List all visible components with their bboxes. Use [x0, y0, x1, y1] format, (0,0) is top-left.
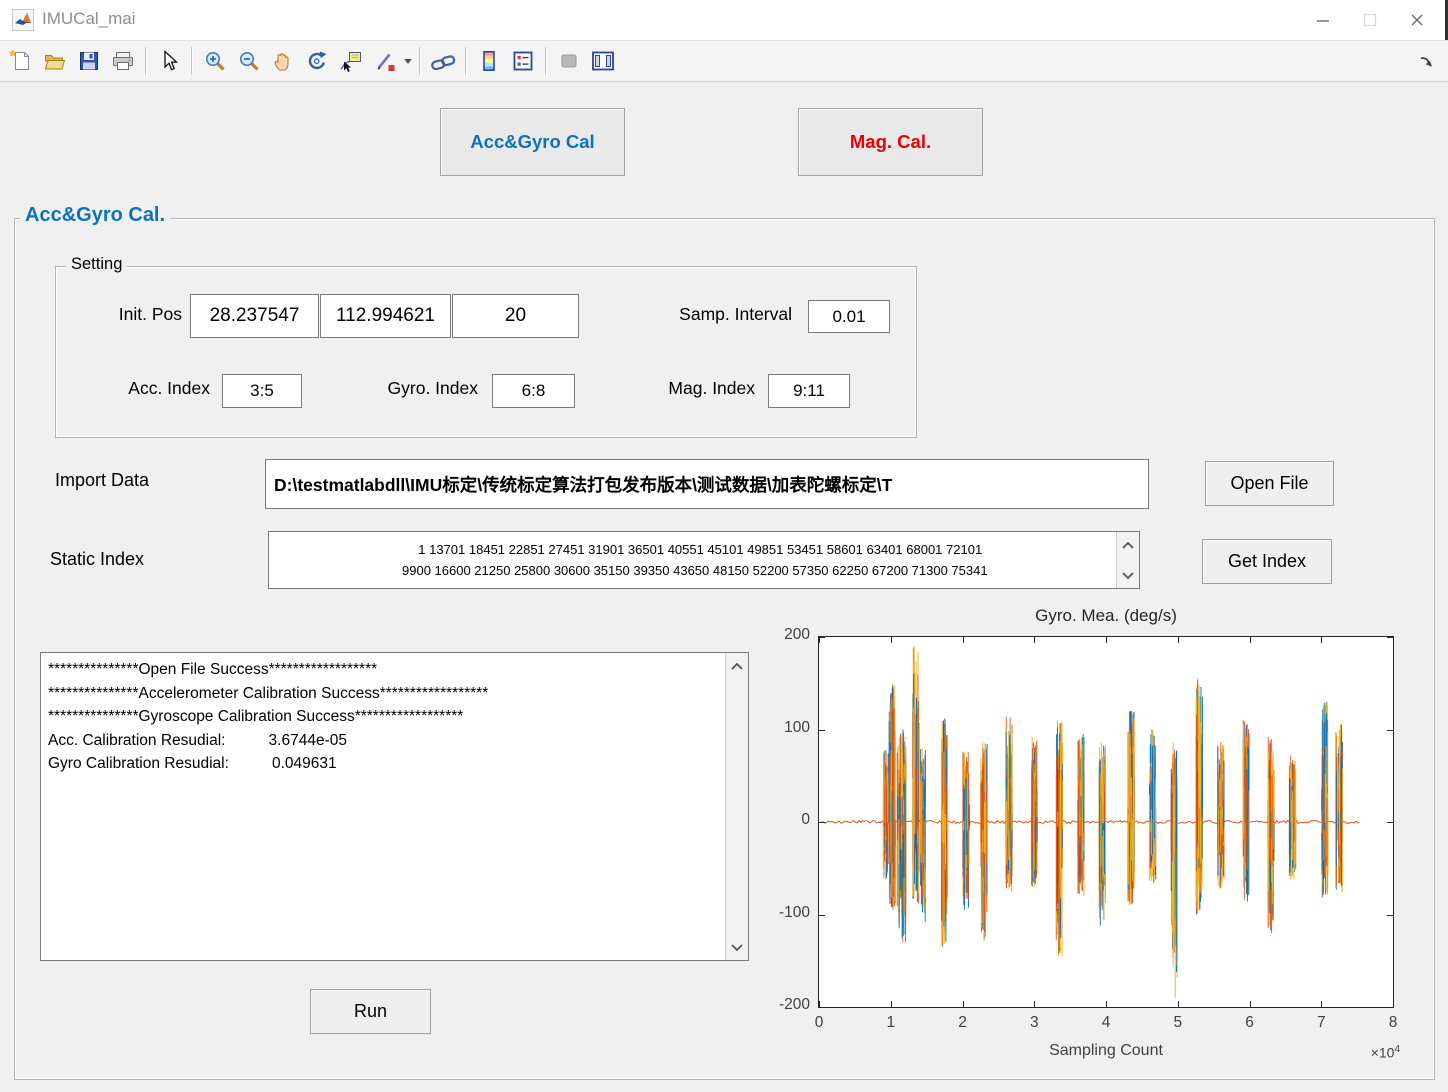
close-button[interactable] [1393, 0, 1440, 40]
insert-colorbar-icon[interactable] [472, 45, 506, 77]
pan-hand-icon[interactable] [266, 45, 300, 77]
zoom-out-icon[interactable] [232, 45, 266, 77]
toolbar [0, 40, 1448, 82]
rotate-3d-icon[interactable] [300, 45, 334, 77]
setting-panel [55, 266, 917, 438]
window-controls [1299, 0, 1440, 40]
open-file-button[interactable]: Open File [1205, 461, 1334, 506]
x-tick-label: 6 [1230, 1014, 1270, 1032]
y-tick-label: 100 [760, 719, 810, 741]
init-pos-lon-field[interactable] [320, 294, 451, 338]
x-tick-label: 4 [1086, 1014, 1126, 1032]
show-plot-tools-icon[interactable] [586, 45, 620, 77]
x-tick-label: 8 [1373, 1014, 1413, 1032]
link-plots-icon[interactable] [426, 45, 460, 77]
toolbar-separator [465, 47, 467, 75]
chart-x-multiplier: ×104 [1314, 1044, 1400, 1061]
minimize-button[interactable] [1299, 0, 1346, 40]
gyro-index-label: Gyro. Index [330, 378, 478, 399]
brush-dropdown-icon[interactable] [402, 45, 414, 77]
zoom-in-icon[interactable] [198, 45, 232, 77]
static-index-label: Static Index [50, 549, 144, 570]
samp-interval-label: Samp. Interval [628, 304, 792, 325]
log-listbox[interactable]: ***************Open File Success********… [40, 652, 749, 961]
log-line: ***************Accelerometer Calibration… [48, 682, 720, 706]
print-icon[interactable] [106, 45, 140, 77]
dock-figure-icon[interactable] [1414, 48, 1440, 74]
samp-interval-field[interactable] [808, 300, 890, 333]
log-line: Gyro Calibration Resudial: 0.049631 [48, 752, 720, 776]
window-title: IMUCal_mai [42, 9, 136, 29]
scroll-up-icon[interactable] [1117, 532, 1139, 558]
insert-legend-icon[interactable] [506, 45, 540, 77]
import-data-path-field[interactable] [265, 459, 1149, 509]
x-tick-label: 5 [1158, 1014, 1198, 1032]
log-line: Acc. Calibration Resudial: 3.6744e-05 [48, 729, 720, 753]
init-pos-alt-field[interactable] [452, 294, 579, 338]
chart-x-axis-label: Sampling Count [818, 1042, 1394, 1060]
arrow-cursor-icon[interactable] [152, 45, 186, 77]
static-index-scrollbar[interactable] [1116, 532, 1139, 588]
get-index-button[interactable]: Get Index [1202, 539, 1332, 584]
y-tick-label: -100 [760, 904, 810, 926]
chart-plot-area [818, 636, 1394, 1008]
scroll-down-icon[interactable] [726, 934, 748, 960]
x-tick-label: 2 [943, 1014, 983, 1032]
static-index-listbox[interactable]: 1 13701 18451 22851 27451 31901 36501 40… [268, 531, 1140, 589]
setting-panel-title: Setting [66, 255, 127, 274]
new-document-icon[interactable] [4, 45, 38, 77]
toolbar-separator [419, 47, 421, 75]
scroll-up-icon[interactable] [726, 653, 748, 679]
data-cursor-icon[interactable] [334, 45, 368, 77]
open-folder-icon[interactable] [38, 45, 72, 77]
init-pos-label: Init. Pos [60, 304, 182, 325]
x-tick-label: 0 [799, 1014, 839, 1032]
static-index-line: 9900 16600 21250 25800 30600 35150 39350… [275, 560, 1111, 581]
gyro-chart: Gyro. Mea. (deg/s) Sampling Count ×104 2… [760, 598, 1448, 1084]
toolbar-separator [145, 47, 147, 75]
log-line: ***************Open File Success********… [48, 658, 720, 682]
matlab-figure-window: IMUCal_mai [0, 0, 1448, 1092]
import-data-label: Import Data [55, 470, 149, 491]
static-index-line: 1 13701 18451 22851 27451 31901 36501 40… [275, 539, 1111, 560]
mag-index-field[interactable] [768, 374, 850, 408]
acc-gyro-cal-tab-button[interactable]: Acc&Gyro Cal [440, 108, 625, 176]
log-scrollbar[interactable] [725, 653, 748, 960]
matlab-logo-icon [12, 9, 34, 31]
scroll-down-icon[interactable] [1117, 562, 1139, 588]
toolbar-separator [191, 47, 193, 75]
save-icon[interactable] [72, 45, 106, 77]
mag-cal-tab-button[interactable]: Mag. Cal. [798, 108, 983, 176]
brush-icon[interactable] [368, 45, 402, 77]
mag-index-label: Mag. Index [615, 378, 755, 399]
title-bar: IMUCal_mai [0, 0, 1448, 40]
toolbar-separator [545, 47, 547, 75]
y-tick-label: 200 [760, 626, 810, 648]
chart-title: Gyro. Mea. (deg/s) [818, 606, 1394, 626]
hide-plot-tools-icon[interactable] [552, 45, 586, 77]
x-tick-label: 1 [871, 1014, 911, 1032]
acc-index-label: Acc. Index [60, 378, 210, 399]
init-pos-lat-field[interactable] [190, 294, 319, 338]
acc-gyro-panel-title: Acc&Gyro Cal. [20, 204, 170, 227]
log-line: ***************Gyroscope Calibration Suc… [48, 705, 720, 729]
acc-index-field[interactable] [222, 374, 302, 408]
y-tick-label: 0 [760, 811, 810, 833]
gyro-index-field[interactable] [492, 374, 575, 408]
x-tick-label: 7 [1301, 1014, 1341, 1032]
maximize-button[interactable] [1346, 0, 1393, 40]
run-button[interactable]: Run [310, 989, 431, 1034]
x-tick-label: 3 [1014, 1014, 1054, 1032]
